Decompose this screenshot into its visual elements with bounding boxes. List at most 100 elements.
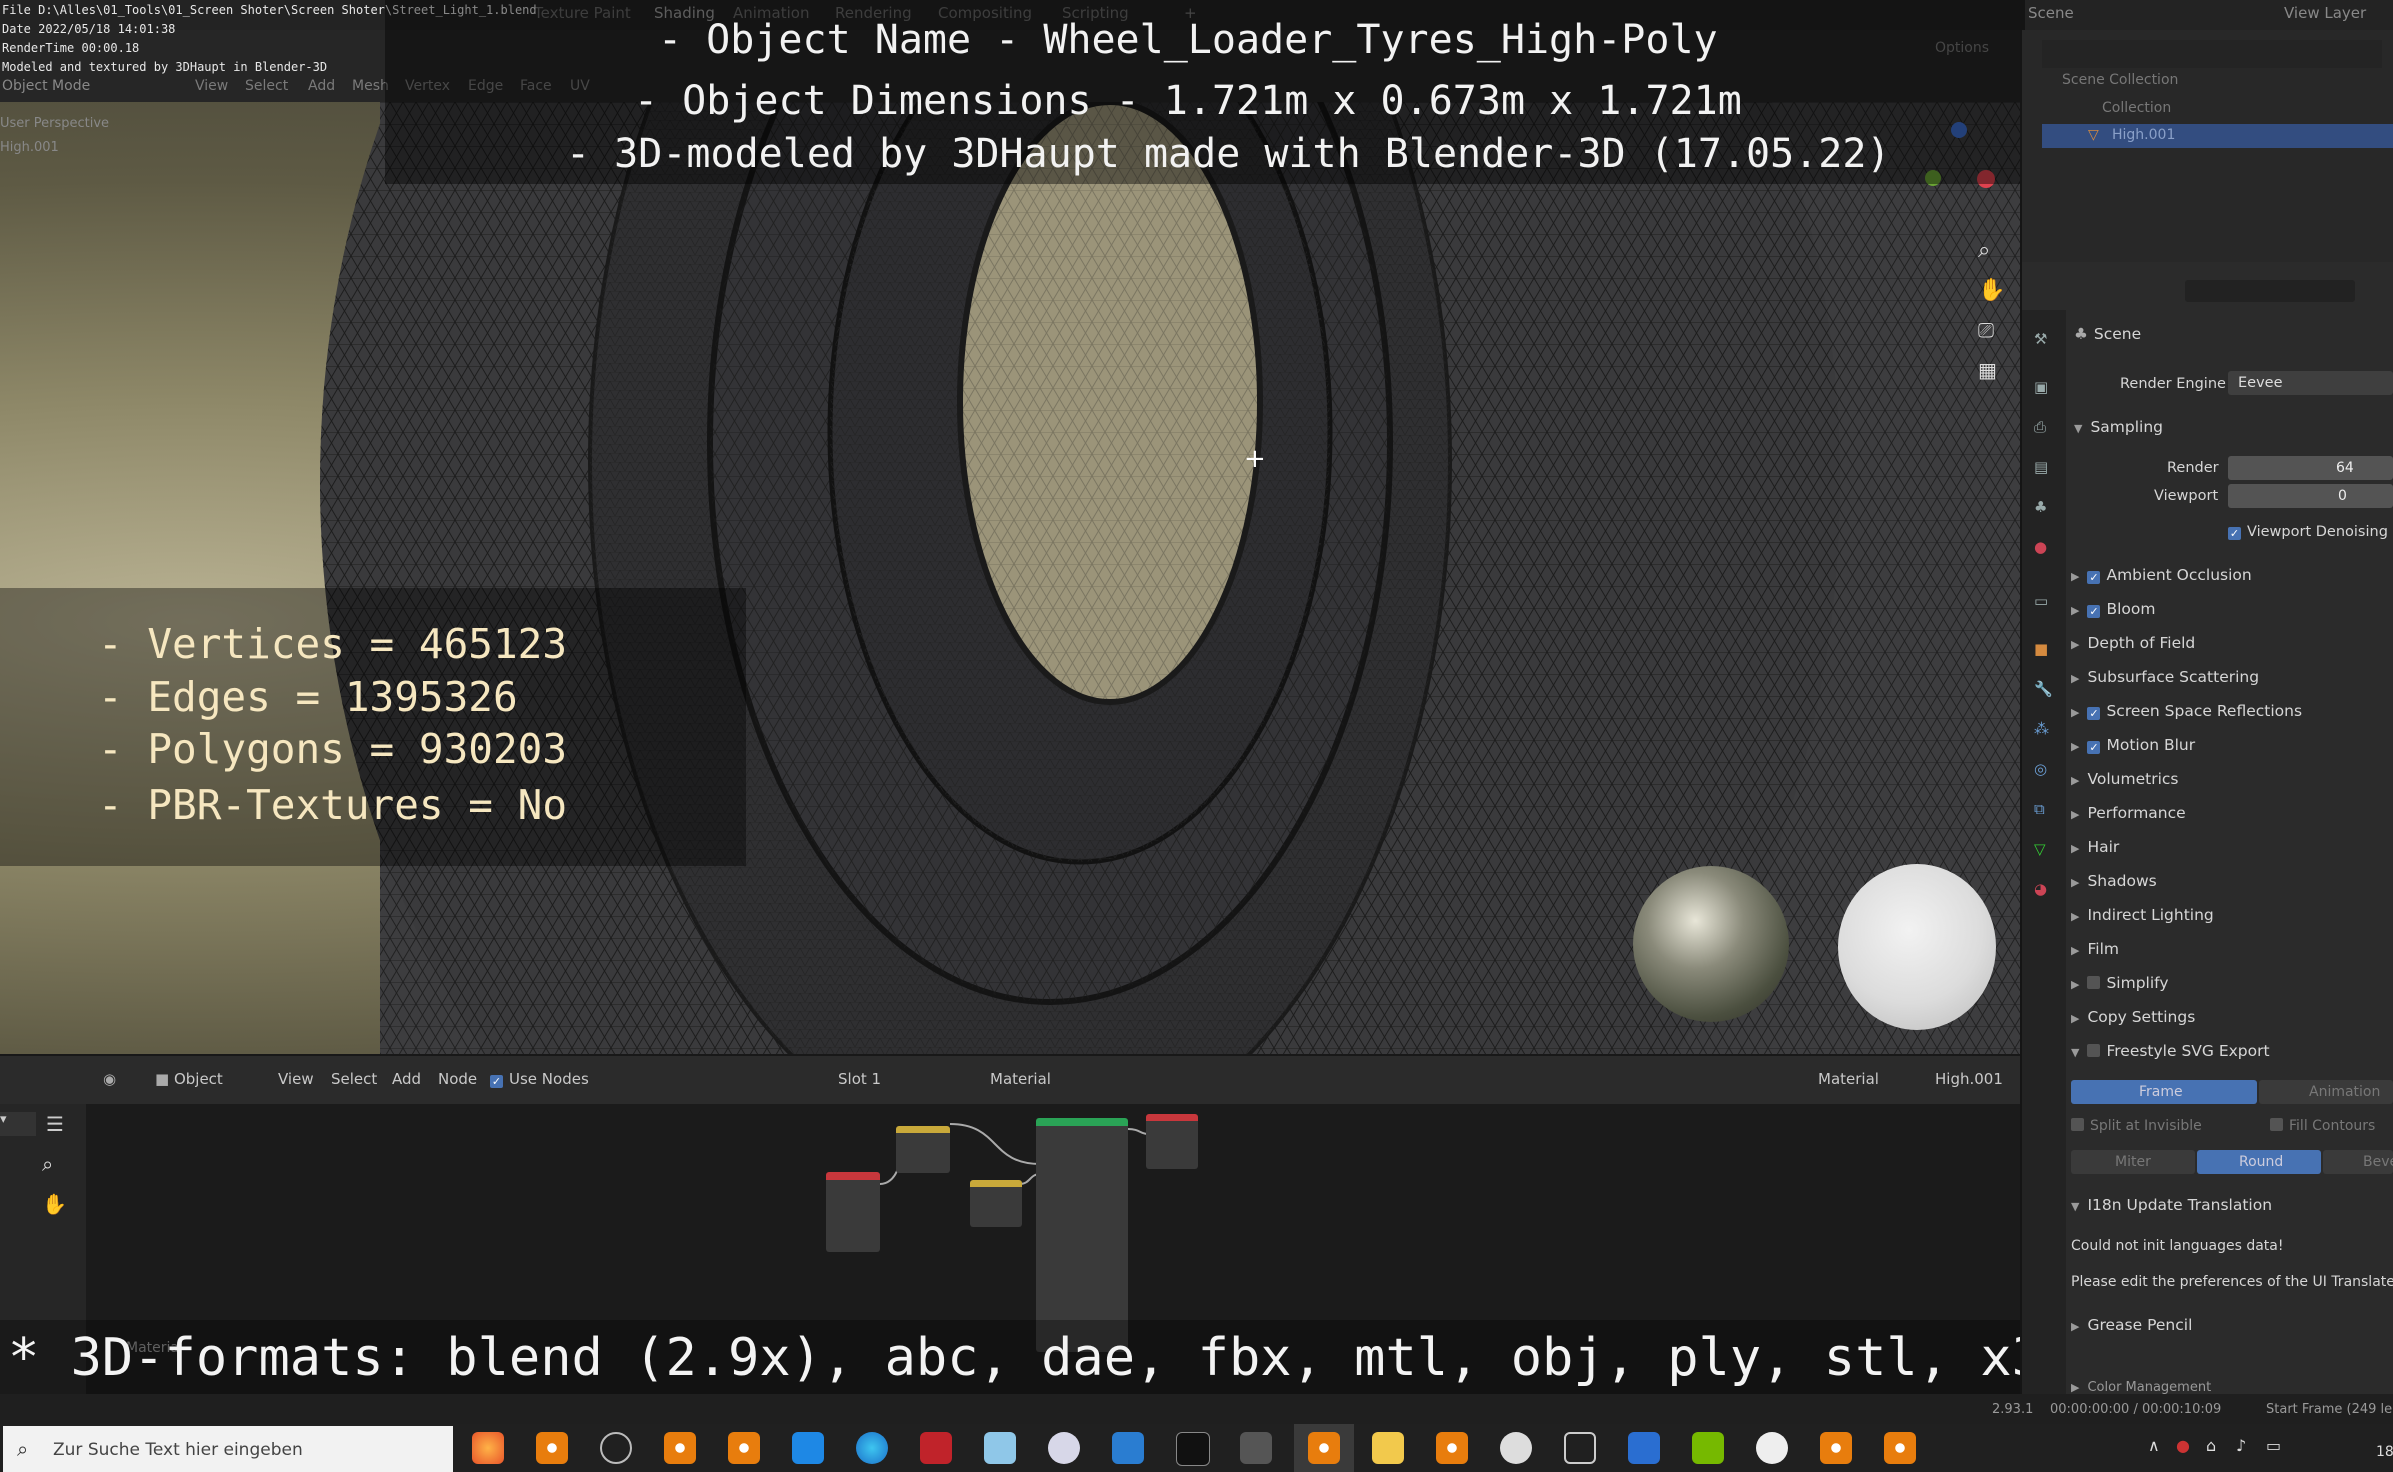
panel-checkbox[interactable] [2087,976,2101,989]
mail-icon[interactable] [792,1432,824,1464]
pan-hand-icon[interactable]: ✋ [1978,278,2005,303]
render-tab-icon[interactable]: ▣ [2034,378,2048,396]
panel-performance[interactable]: ▶ Performance [2071,804,2186,822]
active-taskbar-item[interactable] [1294,1424,1354,1472]
panel-simplify[interactable]: ▶ Simplify [2071,974,2169,992]
grease-pencil-panel[interactable]: ▶ Grease Pencil [2071,1316,2192,1334]
material-name-field[interactable]: Material [990,1070,1051,1088]
panel-depth-of-field[interactable]: ▶ Depth of Field [2071,634,2195,652]
modifier-tab-icon[interactable]: 🔧 [2034,680,2053,698]
outliner-selected-row[interactable]: ▽ High.001 [2042,124,2393,148]
sampling-panel-header[interactable]: ▼ Sampling [2074,418,2163,436]
app-gray-icon[interactable] [1240,1432,1272,1464]
camera-icon[interactable]: ⎚ [1978,318,1994,342]
nvidia-icon[interactable] [1692,1432,1724,1464]
tray-app-icon[interactable]: ● [2176,1436,2190,1455]
world-tab-icon[interactable]: ● [2034,538,2047,556]
node-object-mode[interactable]: ■ Object [155,1070,223,1088]
data-tab-icon[interactable]: ▽ [2034,840,2046,858]
viewport-samples-field[interactable]: 0 [2228,484,2393,508]
view-dropdown[interactable]: ▾ [0,1112,36,1136]
shading-mode-selector[interactable]: Material [1818,1070,1879,1088]
panel-checkbox[interactable]: ✓ [2087,707,2101,720]
freestyle-animation-tab[interactable]: Animation [2259,1080,2393,1104]
node-image-texture[interactable] [826,1172,880,1252]
panel-bloom[interactable]: ▶ ✓ Bloom [2071,600,2155,618]
physics-tab-icon[interactable]: ◎ [2034,760,2047,778]
node-color-ramp[interactable] [970,1180,1022,1227]
3d-viewport[interactable]: + ⌕ ✋ ⎚ ▦ User Perspective High.001 [0,102,2020,1054]
clock-app-icon[interactable] [1756,1432,1788,1464]
split-invisible-checkbox[interactable]: Split at Invisible [2071,1118,2202,1134]
panel-hair[interactable]: ▶ Hair [2071,838,2119,856]
blender-icon-6[interactable] [1884,1432,1916,1464]
panel-volumetrics[interactable]: ▶ Volumetrics [2071,770,2178,788]
blender-icon-3[interactable] [728,1432,760,1464]
viewport-denoising-checkbox[interactable]: ✓ Viewport Denoising [2228,524,2388,540]
tray-network-icon[interactable]: ⌂ [2206,1436,2216,1455]
panel-checkbox[interactable]: ✓ [2087,741,2101,754]
fill-contours-checkbox[interactable]: Fill Contours [2270,1118,2375,1134]
round-button[interactable]: Round [2197,1150,2321,1174]
mode-selector[interactable]: Object Mode [2,78,90,94]
view-layer-label[interactable]: View Layer [2284,4,2366,22]
panel-checkbox[interactable]: ✓ [2087,605,2101,618]
taskbar-search-box[interactable]: ⌕ Zur Suche Text hier eingeben [3,1426,453,1472]
panel-checkbox[interactable] [2087,1044,2101,1057]
panel-ambient-occlusion[interactable]: ▶ ✓ Ambient Occlusion [2071,566,2252,584]
node-zoom-icon[interactable]: ⌕ [42,1152,53,1176]
scene-tab-icon[interactable]: ♣ [2034,498,2047,516]
view-layer-tab-icon[interactable]: ▤ [2034,458,2048,476]
panel-film[interactable]: ▶ Film [2071,940,2119,958]
render-samples-field[interactable]: 64 [2228,456,2393,480]
file-explorer-icon[interactable] [1372,1432,1404,1464]
obs-icon[interactable] [600,1432,632,1464]
panel-indirect-lighting[interactable]: ▶ Indirect Lighting [2071,906,2214,924]
app-chat-icon[interactable] [1112,1432,1144,1464]
node-pan-hand-icon[interactable]: ✋ [42,1192,67,1216]
perspective-grid-icon[interactable]: ▦ [1978,358,1997,382]
color-management-panel[interactable]: ▶ Color Management [2071,1380,2211,1395]
panel-freestyle-svg-export[interactable]: ▼ Freestyle SVG Export [2071,1042,2270,1060]
render-engine-dropdown[interactable]: Eevee [2228,371,2393,395]
app-red-icon[interactable] [920,1432,952,1464]
panel-motion-blur[interactable]: ▶ ✓ Motion Blur [2071,736,2195,754]
blender-icon[interactable] [536,1432,568,1464]
menu-view[interactable]: View [195,78,228,94]
node-principled-bsdf[interactable] [1036,1118,1128,1352]
output-tab-icon[interactable]: ⎙ [2034,418,2046,436]
constraints-tab-icon[interactable]: ⧉ [2034,800,2045,818]
scene-label[interactable]: Scene [2028,4,2074,22]
panel-shadows[interactable]: ▶ Shadows [2071,872,2157,890]
miter-button[interactable]: Miter [2071,1150,2195,1174]
node-material-output[interactable] [1146,1114,1198,1169]
blender-icon-4[interactable] [1436,1432,1468,1464]
object-tab-icon[interactable]: ■ [2034,640,2048,658]
i18n-panel-header[interactable]: ▼ I18n Update Translation [2071,1196,2272,1214]
panel-screen-space-reflections[interactable]: ▶ ✓ Screen Space Reflections [2071,702,2302,720]
paint-icon[interactable] [1048,1432,1080,1464]
terminal-icon[interactable] [1176,1432,1210,1466]
panel-copy-settings[interactable]: ▶ Copy Settings [2071,1008,2195,1026]
hamburger-menu-icon[interactable]: ☰ [46,1112,64,1136]
properties-search-input[interactable] [2185,280,2355,302]
node-menu-view[interactable]: View [278,1070,314,1088]
node-menu-add[interactable]: Add [392,1070,421,1088]
tray-volume-icon[interactable]: ♪ [2236,1436,2246,1455]
freestyle-frame-tab[interactable]: Frame [2071,1080,2257,1104]
collection-label[interactable]: Collection [2102,100,2171,116]
panel-checkbox[interactable]: ✓ [2087,571,2101,584]
app-blue-icon[interactable] [984,1432,1016,1464]
edge-browser-icon[interactable] [856,1432,888,1464]
material-tab-icon[interactable]: ◕ [2034,880,2047,898]
calendar-icon[interactable] [1628,1432,1660,1464]
editor-type-icon[interactable]: ◉ [103,1070,116,1088]
panda-icon[interactable] [1500,1432,1532,1464]
menu-select[interactable]: Select [245,78,288,94]
tray-chevron-icon[interactable]: ∧ [2148,1436,2160,1455]
taskbar-clock[interactable]: 18 [2376,1444,2393,1460]
tray-battery-icon[interactable]: ▭ [2266,1436,2281,1455]
particles-tab-icon[interactable]: ⁂ [2034,720,2049,738]
zoom-icon[interactable]: ⌕ [1978,238,1990,263]
blender-icon-5[interactable] [1820,1432,1852,1464]
